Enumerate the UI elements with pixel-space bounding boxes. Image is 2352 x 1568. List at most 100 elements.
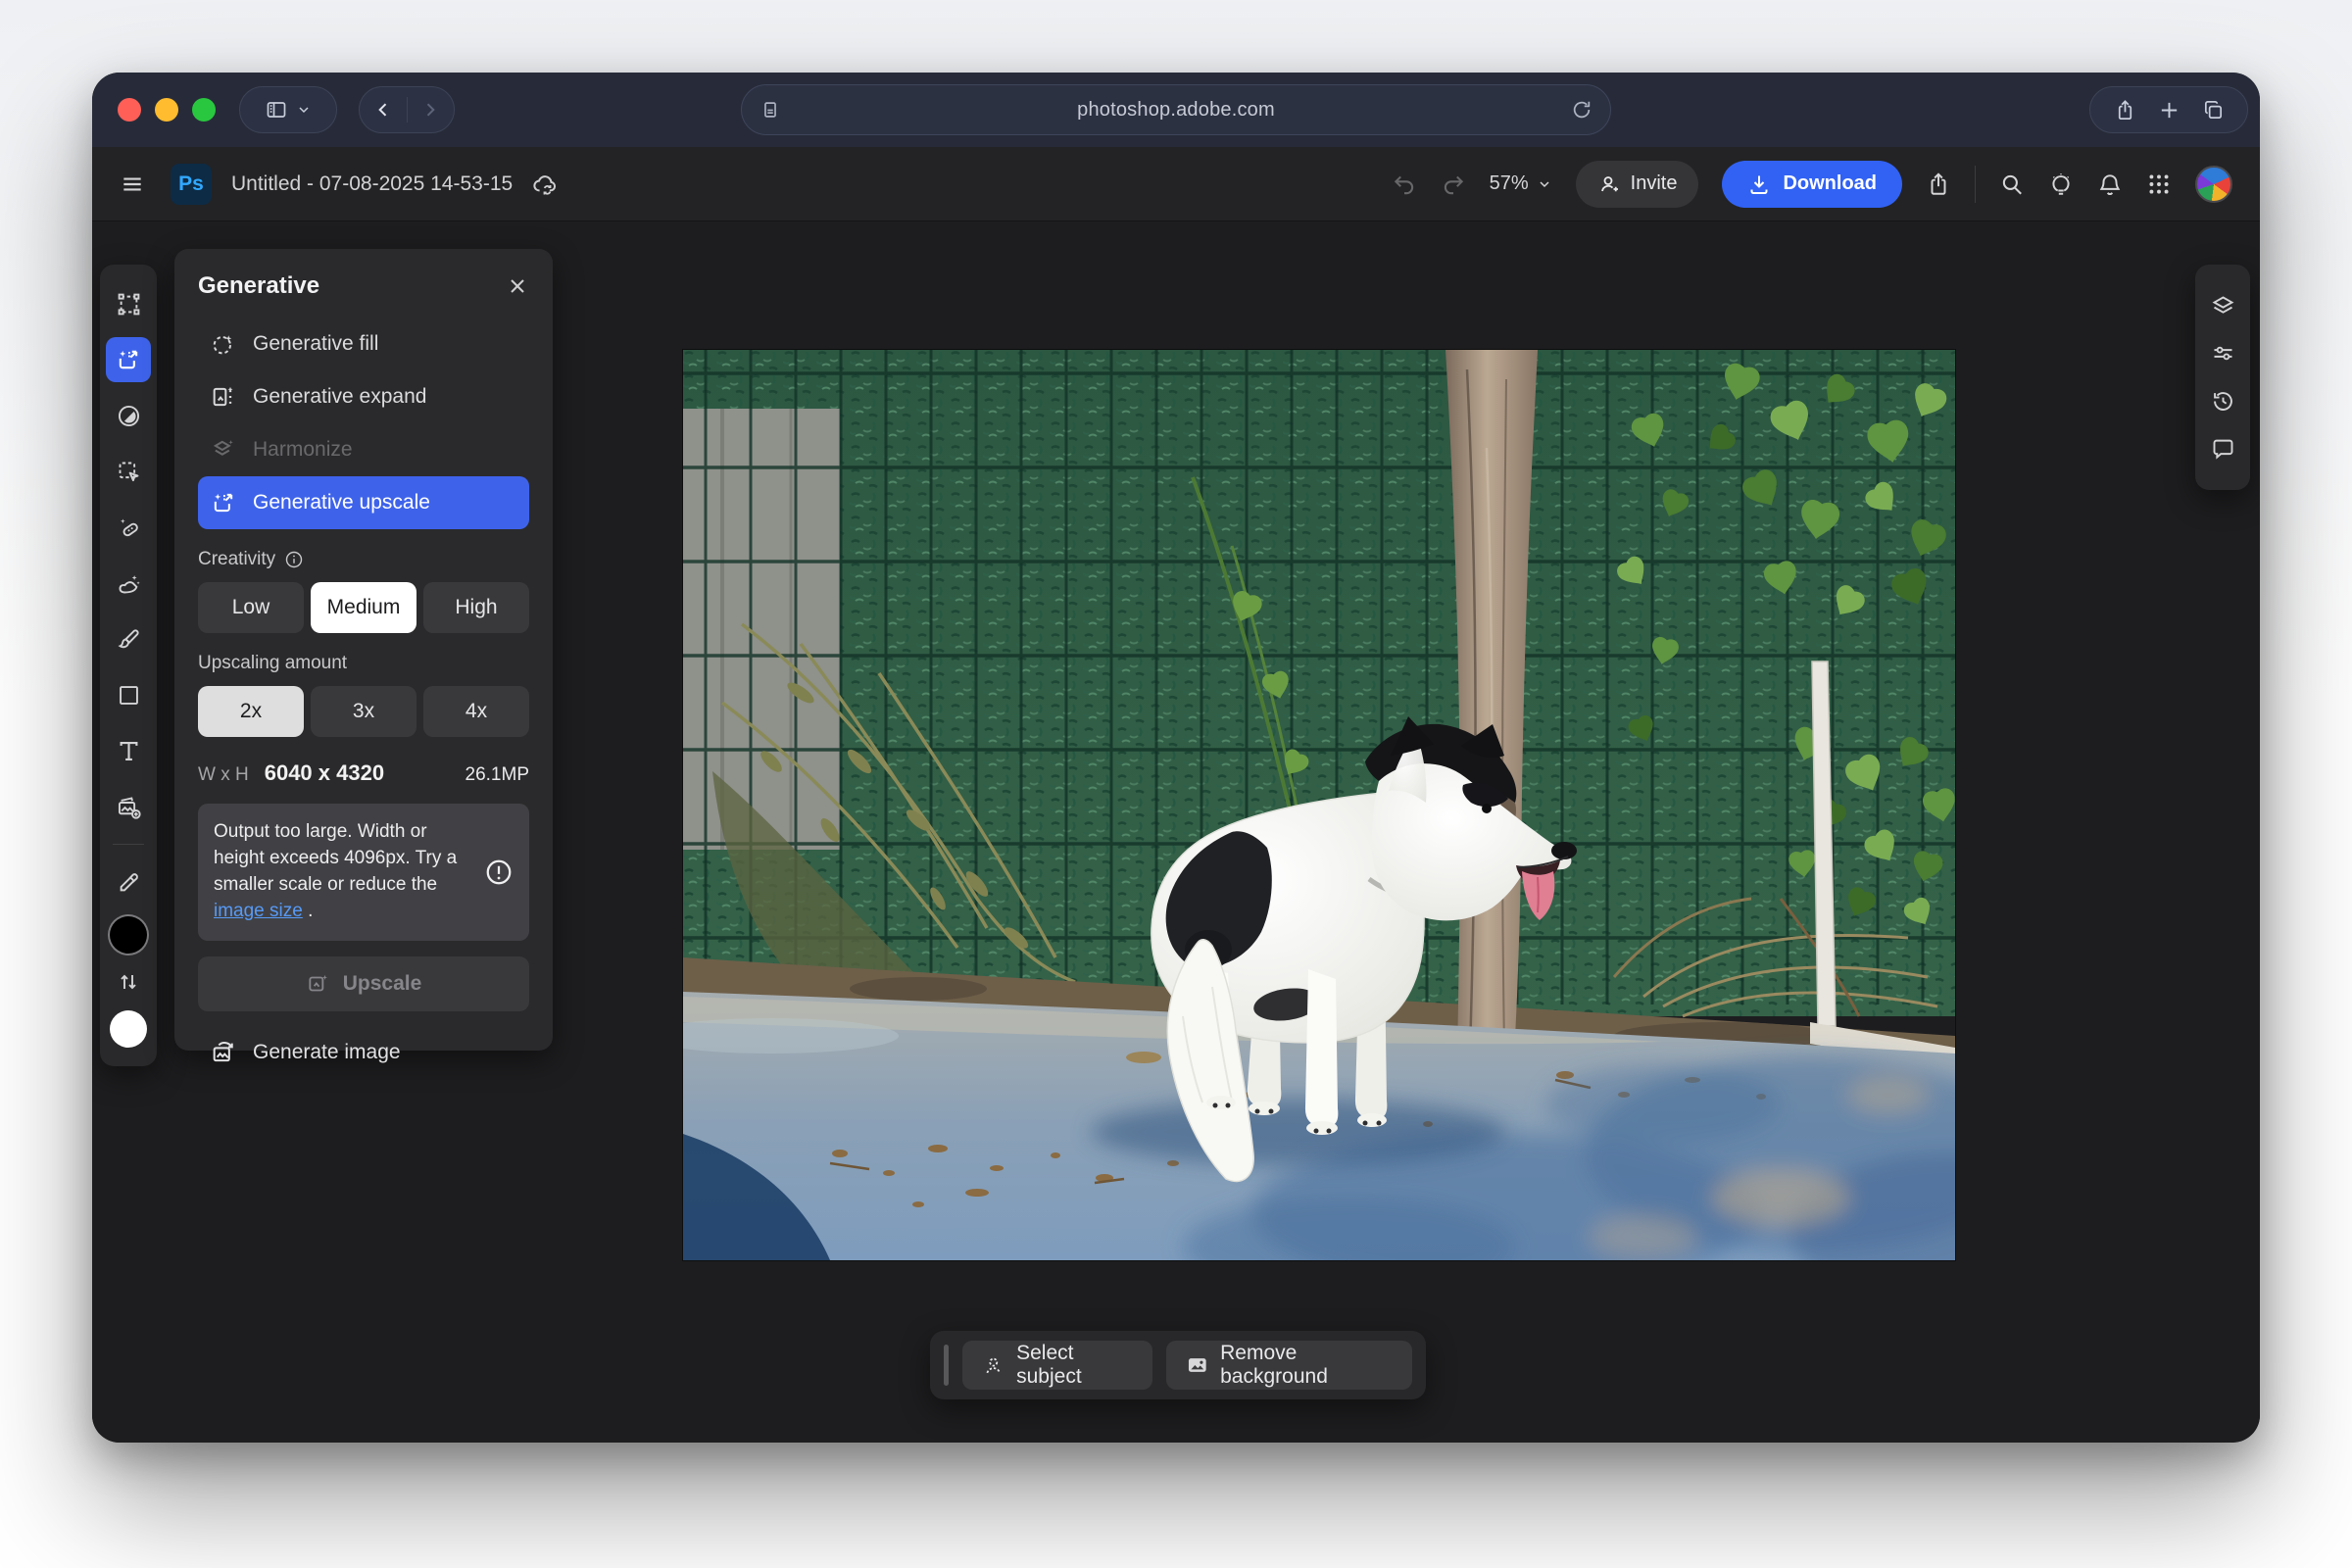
document-title: Untitled - 07-08-2025 14-53-15	[231, 172, 513, 196]
url-text: photoshop.adobe.com	[781, 99, 1571, 122]
add-image-tool[interactable]	[103, 781, 154, 832]
apps-grid-icon[interactable]	[2146, 172, 2172, 197]
cloud-sync-icon[interactable]	[530, 171, 558, 198]
upscale-button[interactable]: Upscale	[198, 956, 529, 1011]
quick-select-tool[interactable]	[103, 446, 154, 497]
brush-tool[interactable]	[103, 613, 154, 664]
item-label: Generative fill	[253, 332, 378, 356]
item-label: Generative upscale	[253, 491, 430, 514]
select-subject-icon	[982, 1352, 1005, 1378]
upscaling-options: 2x 3x 4x	[198, 686, 529, 737]
harmonize-icon	[210, 436, 237, 464]
upscale-3x-button[interactable]: 3x	[311, 686, 416, 737]
creativity-medium-button[interactable]: Medium	[311, 582, 416, 633]
sidebar-toggle[interactable]	[239, 86, 337, 133]
eyedropper-tool[interactable]	[103, 857, 154, 907]
download-icon	[1747, 172, 1771, 196]
swap-colors-icon[interactable]	[103, 962, 154, 1002]
forward-button[interactable]	[407, 87, 454, 132]
image-size-link[interactable]: image size	[214, 901, 303, 921]
item-label: Generative expand	[253, 385, 426, 409]
invite-button[interactable]: Invite	[1576, 161, 1699, 208]
quick-actions-bar: Select subject Remove background	[930, 1331, 1426, 1399]
toolbar-divider	[113, 844, 144, 845]
generative-fill-icon	[210, 330, 237, 358]
remove-tool[interactable]	[103, 558, 154, 609]
select-subject-button[interactable]: Select subject	[962, 1341, 1152, 1390]
share-document-icon[interactable]	[1926, 172, 1951, 197]
type-tool[interactable]	[103, 725, 154, 776]
browser-window: photoshop.adobe.com Ps Untitled - 07-08-…	[92, 73, 2260, 1443]
main-menu-icon[interactable]	[120, 172, 145, 197]
upscale-2x-button[interactable]: 2x	[198, 686, 304, 737]
address-bar[interactable]: photoshop.adobe.com	[741, 84, 1611, 135]
creativity-options: Low Medium High	[198, 582, 529, 633]
ps-topbar: Ps Untitled - 07-08-2025 14-53-15 57% In…	[92, 147, 2260, 221]
panel-title: Generative	[198, 272, 506, 300]
generative-fill-item[interactable]: Generative fill	[198, 318, 529, 370]
zoom-level: 57%	[1490, 172, 1529, 195]
creativity-high-button[interactable]: High	[423, 582, 529, 633]
foreground-color-swatch[interactable]	[110, 916, 147, 954]
close-panel-icon[interactable]	[506, 274, 529, 298]
tool-bar	[100, 265, 157, 1066]
invite-people-icon	[1597, 172, 1621, 196]
generative-upscale-item[interactable]: Generative upscale	[198, 476, 529, 529]
chevron-down-icon	[296, 102, 312, 118]
comments-icon[interactable]	[2210, 435, 2236, 462]
warning-text: Output too large. Width or height exceed…	[214, 819, 472, 925]
creativity-low-button[interactable]: Low	[198, 582, 304, 633]
healing-tool[interactable]	[103, 502, 154, 553]
item-label: Harmonize	[253, 438, 353, 462]
shape-tool[interactable]	[103, 669, 154, 720]
download-button[interactable]: Download	[1722, 161, 1902, 208]
upscaling-label: Upscaling amount	[198, 653, 529, 674]
transform-select-tool[interactable]	[103, 278, 154, 329]
harmonize-item[interactable]: Harmonize	[198, 423, 529, 476]
upscale-4x-button[interactable]: 4x	[423, 686, 529, 737]
canvas-image[interactable]	[683, 350, 1955, 1260]
reload-icon[interactable]	[1571, 99, 1592, 121]
generative-panel: Generative Generative fill Generative ex	[174, 249, 553, 1051]
megapixels: 26.1MP	[466, 764, 529, 786]
back-button[interactable]	[360, 87, 407, 132]
minimize-window-button[interactable]	[155, 98, 178, 122]
share-page-icon[interactable]	[2114, 99, 2136, 122]
generative-expand-item[interactable]: Generative expand	[198, 370, 529, 423]
workspace: Generative Generative fill Generative ex	[92, 221, 2260, 1443]
quick-actions-handle[interactable]	[944, 1345, 949, 1386]
sidebar-icon	[265, 98, 288, 122]
avatar[interactable]	[2195, 166, 2232, 203]
properties-sliders-icon[interactable]	[2210, 340, 2236, 367]
layers-icon[interactable]	[2210, 293, 2236, 319]
redo-icon[interactable]	[1441, 172, 1466, 197]
browser-actions	[2089, 86, 2248, 133]
adjustments-tool[interactable]	[103, 390, 154, 441]
upscale-icon	[306, 971, 331, 997]
background-color-swatch[interactable]	[110, 1010, 147, 1048]
nav-controls	[359, 86, 455, 133]
undo-icon[interactable]	[1392, 172, 1417, 197]
dimensions-value: 6040 x 4320	[265, 760, 384, 786]
tab-overview-icon[interactable]	[2202, 99, 2225, 122]
alert-icon	[484, 858, 514, 887]
close-window-button[interactable]	[118, 98, 141, 122]
zoom-level-dropdown[interactable]: 57%	[1490, 172, 1552, 195]
photoshop-logo: Ps	[171, 164, 212, 205]
notifications-bell-icon[interactable]	[2097, 172, 2123, 197]
new-tab-icon[interactable]	[2158, 99, 2180, 122]
page-settings-icon[interactable]	[760, 99, 781, 121]
warning-card: Output too large. Width or height exceed…	[198, 804, 529, 941]
dog-photo	[683, 350, 1955, 1260]
dimensions-row: W x H 6040 x 4320 26.1MP	[198, 760, 529, 786]
history-icon[interactable]	[2210, 388, 2236, 415]
ideas-lightbulb-icon[interactable]	[2048, 172, 2074, 197]
info-icon[interactable]	[284, 550, 304, 569]
generate-image-item[interactable]: Generate image	[198, 1039, 529, 1066]
search-icon[interactable]	[1999, 172, 2025, 197]
remove-background-button[interactable]: Remove background	[1166, 1341, 1412, 1390]
zoom-window-button[interactable]	[192, 98, 216, 122]
generative-tool[interactable]	[106, 337, 151, 382]
chevron-down-icon	[1537, 176, 1552, 192]
generate-image-icon	[210, 1039, 237, 1066]
